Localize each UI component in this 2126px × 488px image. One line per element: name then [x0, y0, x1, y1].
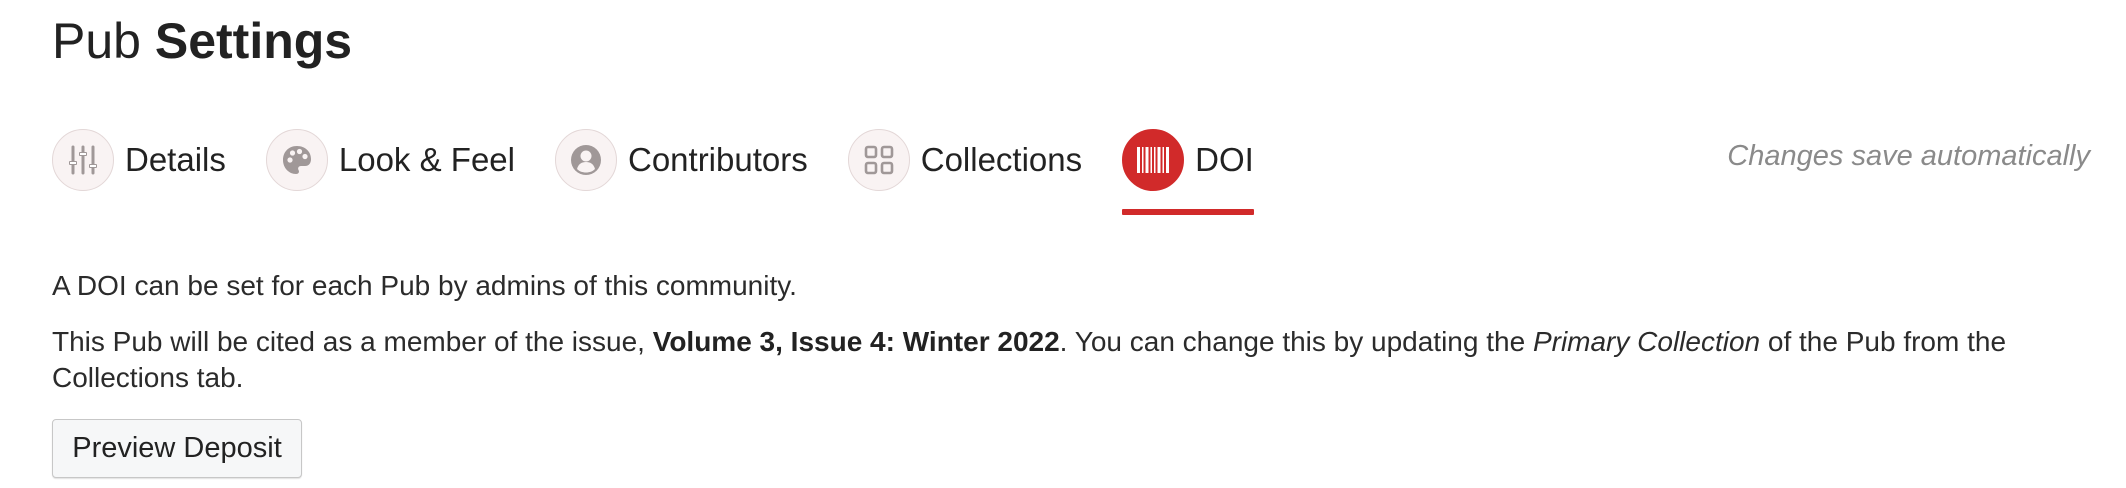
tab-look-and-feel-label: Look & Feel — [338, 141, 515, 178]
citation-text-mid: . You can change this by updating the — [1059, 326, 1533, 357]
sliders-icon — [52, 129, 114, 191]
person-icon — [554, 129, 617, 191]
tab-contributors-label: Contributors — [627, 141, 808, 178]
page-title-light: Pub — [52, 13, 141, 69]
tab-doi[interactable]: DOI — [1122, 125, 1254, 215]
citation-text-pre: This Pub will be cited as a member of th… — [52, 326, 653, 357]
palette-icon — [265, 129, 328, 191]
tab-details-label: Details — [125, 141, 226, 178]
barcode-icon — [1122, 129, 1185, 191]
preview-deposit-button[interactable]: Preview Deposit — [52, 419, 302, 478]
citation-info: This Pub will be cited as a member of th… — [52, 324, 2092, 396]
doi-intro-text: A DOI can be set for each Pub by admins … — [52, 270, 797, 301]
tab-collections[interactable]: Collections — [847, 125, 1083, 195]
tab-contributors[interactable]: Contributors — [554, 125, 808, 195]
issue-name: Volume 3, Issue 4: Winter 2022 — [652, 326, 1060, 357]
page-title: Pub Settings — [52, 6, 352, 76]
page-title-bold: Settings — [154, 13, 353, 69]
grid-icon — [847, 129, 910, 191]
tab-collections-label: Collections — [920, 141, 1083, 178]
tab-details[interactable]: Details — [52, 125, 226, 195]
autosave-status: Changes save automatically — [1727, 140, 2090, 172]
settings-tabs: Details Look & Feel Contributors Collect… — [52, 125, 1254, 215]
tab-look-and-feel[interactable]: Look & Feel — [265, 125, 515, 195]
tab-doi-label: DOI — [1195, 141, 1254, 178]
primary-collection-term: Primary Collection — [1532, 326, 1761, 357]
